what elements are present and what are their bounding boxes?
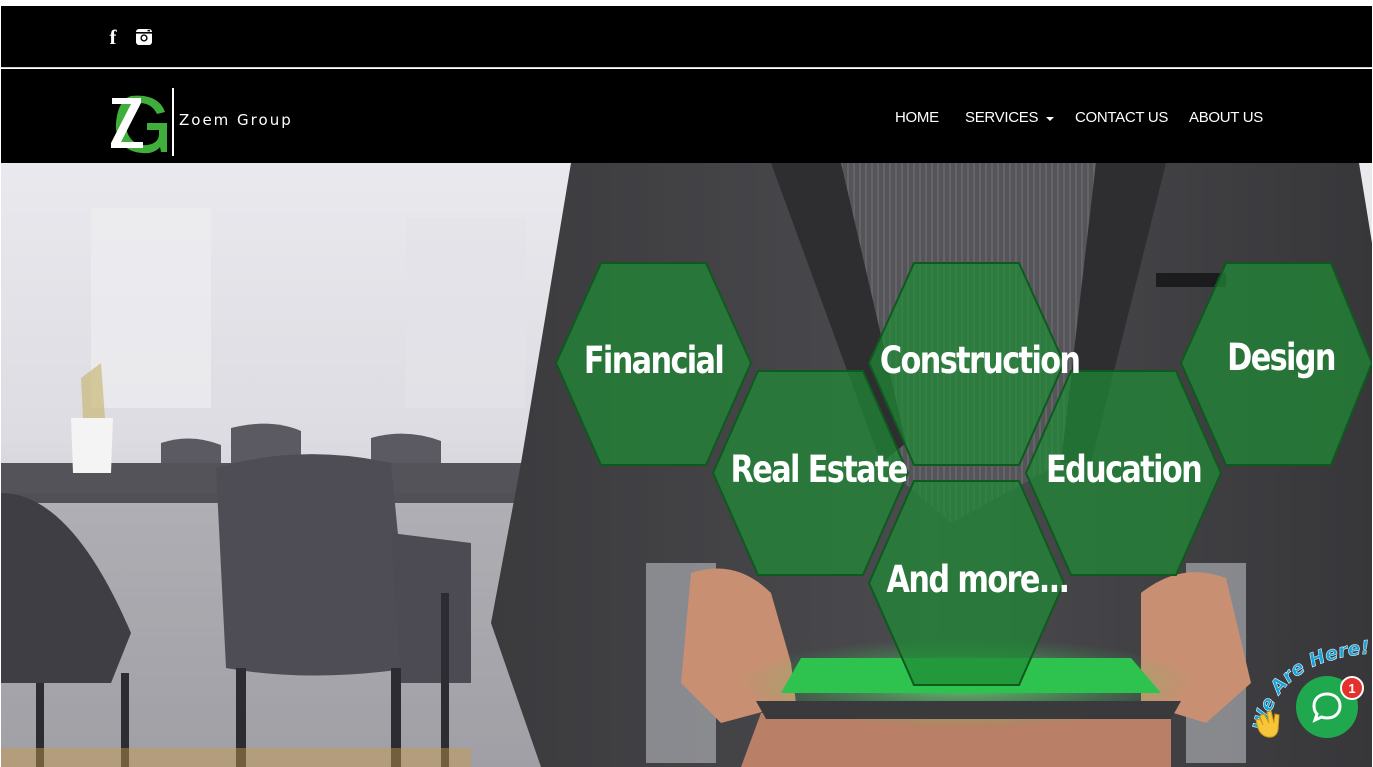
main-navbar: Zoem Group HOME SERVICES CONTACT US ABOU… (1, 69, 1372, 163)
nav-services-label: SERVICES (965, 109, 1039, 126)
instagram-icon[interactable] (135, 28, 153, 46)
facebook-icon[interactable]: f (105, 26, 121, 48)
chat-unread-badge: 1 (1340, 676, 1364, 700)
hex-financial: Financial (583, 339, 725, 382)
top-social-bar: f (1, 6, 1372, 68)
caret-down-icon (1046, 116, 1055, 121)
hex-construction: Construction (879, 339, 1081, 382)
logo-divider (172, 88, 174, 156)
brand-name: Zoem Group (179, 111, 293, 129)
hero-banner: Financial Construction Design Real Estat… (1, 163, 1372, 767)
nav-home-label: HOME (895, 109, 939, 126)
zoem-group-logo[interactable]: Zoem Group (109, 86, 319, 156)
hex-education: Education (1045, 448, 1203, 491)
zg-monogram-icon (111, 95, 167, 154)
chat-bubble-icon (1312, 692, 1342, 723)
nav-contact-us[interactable]: CONTACT US (1075, 109, 1168, 126)
nav-services[interactable]: SERVICES (965, 109, 1055, 126)
nav-about-us[interactable]: ABOUT US (1189, 109, 1263, 126)
hex-and-more: And more... (886, 558, 1071, 601)
hex-design: Design (1227, 336, 1336, 379)
nav-home[interactable]: HOME (895, 109, 939, 126)
nav-contact-label: CONTACT US (1075, 109, 1169, 126)
hex-real-estate: Real Estate (730, 448, 909, 491)
nav-about-label: ABOUT US (1189, 109, 1264, 126)
